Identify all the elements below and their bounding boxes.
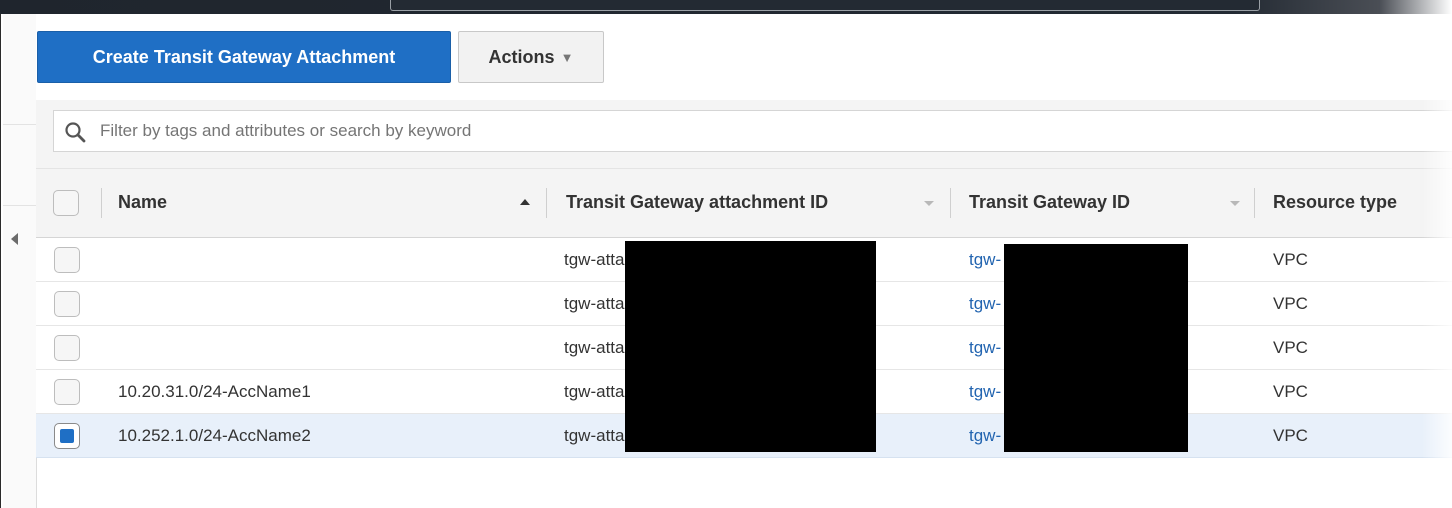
cell-resource-type: VPC — [1273, 250, 1308, 269]
sort-ascending-icon[interactable] — [520, 199, 530, 205]
search-icon — [65, 122, 86, 143]
select-all-checkbox[interactable] — [53, 190, 79, 216]
window-left-edge — [0, 14, 1, 508]
filter-search-input[interactable] — [100, 111, 1400, 151]
row-checkbox[interactable] — [54, 291, 80, 317]
column-separator — [546, 188, 547, 218]
collapse-left-icon[interactable] — [11, 233, 18, 245]
global-search-box-edge[interactable] — [390, 0, 1260, 11]
filter-search-box[interactable] — [53, 110, 1452, 152]
column-header-attachment-id[interactable]: Transit Gateway attachment ID — [566, 169, 828, 237]
filter-bar — [36, 100, 1452, 168]
cell-resource-type: VPC — [1273, 382, 1308, 401]
cell-resource-type: VPC — [1273, 426, 1308, 445]
chevron-down-icon: ▼ — [560, 49, 574, 65]
row-checkbox[interactable] — [54, 335, 80, 361]
cell-name: 10.252.1.0/24-AccName2 — [118, 426, 311, 445]
create-transit-gateway-attachment-button[interactable]: Create Transit Gateway Attachment — [37, 31, 451, 83]
actions-button-label: Actions — [488, 46, 555, 67]
column-separator — [1254, 188, 1255, 218]
cell-name: 10.20.31.0/24-AccName1 — [118, 382, 311, 401]
column-header-name[interactable]: Name — [118, 169, 167, 237]
column-header-resource-type[interactable]: Resource type — [1273, 169, 1397, 237]
cell-gateway-id-link[interactable]: tgw- — [969, 326, 1001, 369]
column-separator — [101, 188, 102, 218]
redaction-block — [1004, 244, 1188, 452]
row-checkbox[interactable] — [54, 379, 80, 405]
right-edge-fade — [1422, 14, 1452, 508]
column-header-gateway-id[interactable]: Transit Gateway ID — [969, 169, 1130, 237]
row-checkbox[interactable] — [54, 247, 80, 273]
cell-gateway-id-link[interactable]: tgw- — [969, 238, 1001, 281]
actions-dropdown-button[interactable]: Actions ▼ — [458, 31, 604, 83]
cell-gateway-id-link[interactable]: tgw- — [969, 370, 1001, 413]
row-checkbox-checked[interactable] — [54, 423, 80, 449]
cell-resource-type: VPC — [1273, 338, 1308, 357]
cell-gateway-id-link[interactable]: tgw- — [969, 414, 1001, 457]
table-header: Name Transit Gateway attachment ID Trans… — [36, 168, 1452, 238]
redaction-block — [625, 241, 876, 452]
collapsed-nav-panel — [3, 14, 37, 508]
cell-gateway-id-link[interactable]: tgw- — [969, 282, 1001, 325]
console-top-bar — [0, 0, 1452, 14]
create-button-label: Create Transit Gateway Attachment — [92, 46, 396, 67]
column-separator — [950, 188, 951, 218]
toolbar: Create Transit Gateway Attachment Action… — [36, 14, 1452, 101]
cell-resource-type: VPC — [1273, 294, 1308, 313]
sort-icon[interactable] — [1230, 201, 1240, 206]
nav-divider — [3, 124, 36, 125]
nav-divider — [3, 205, 36, 206]
sort-icon[interactable] — [924, 201, 934, 206]
